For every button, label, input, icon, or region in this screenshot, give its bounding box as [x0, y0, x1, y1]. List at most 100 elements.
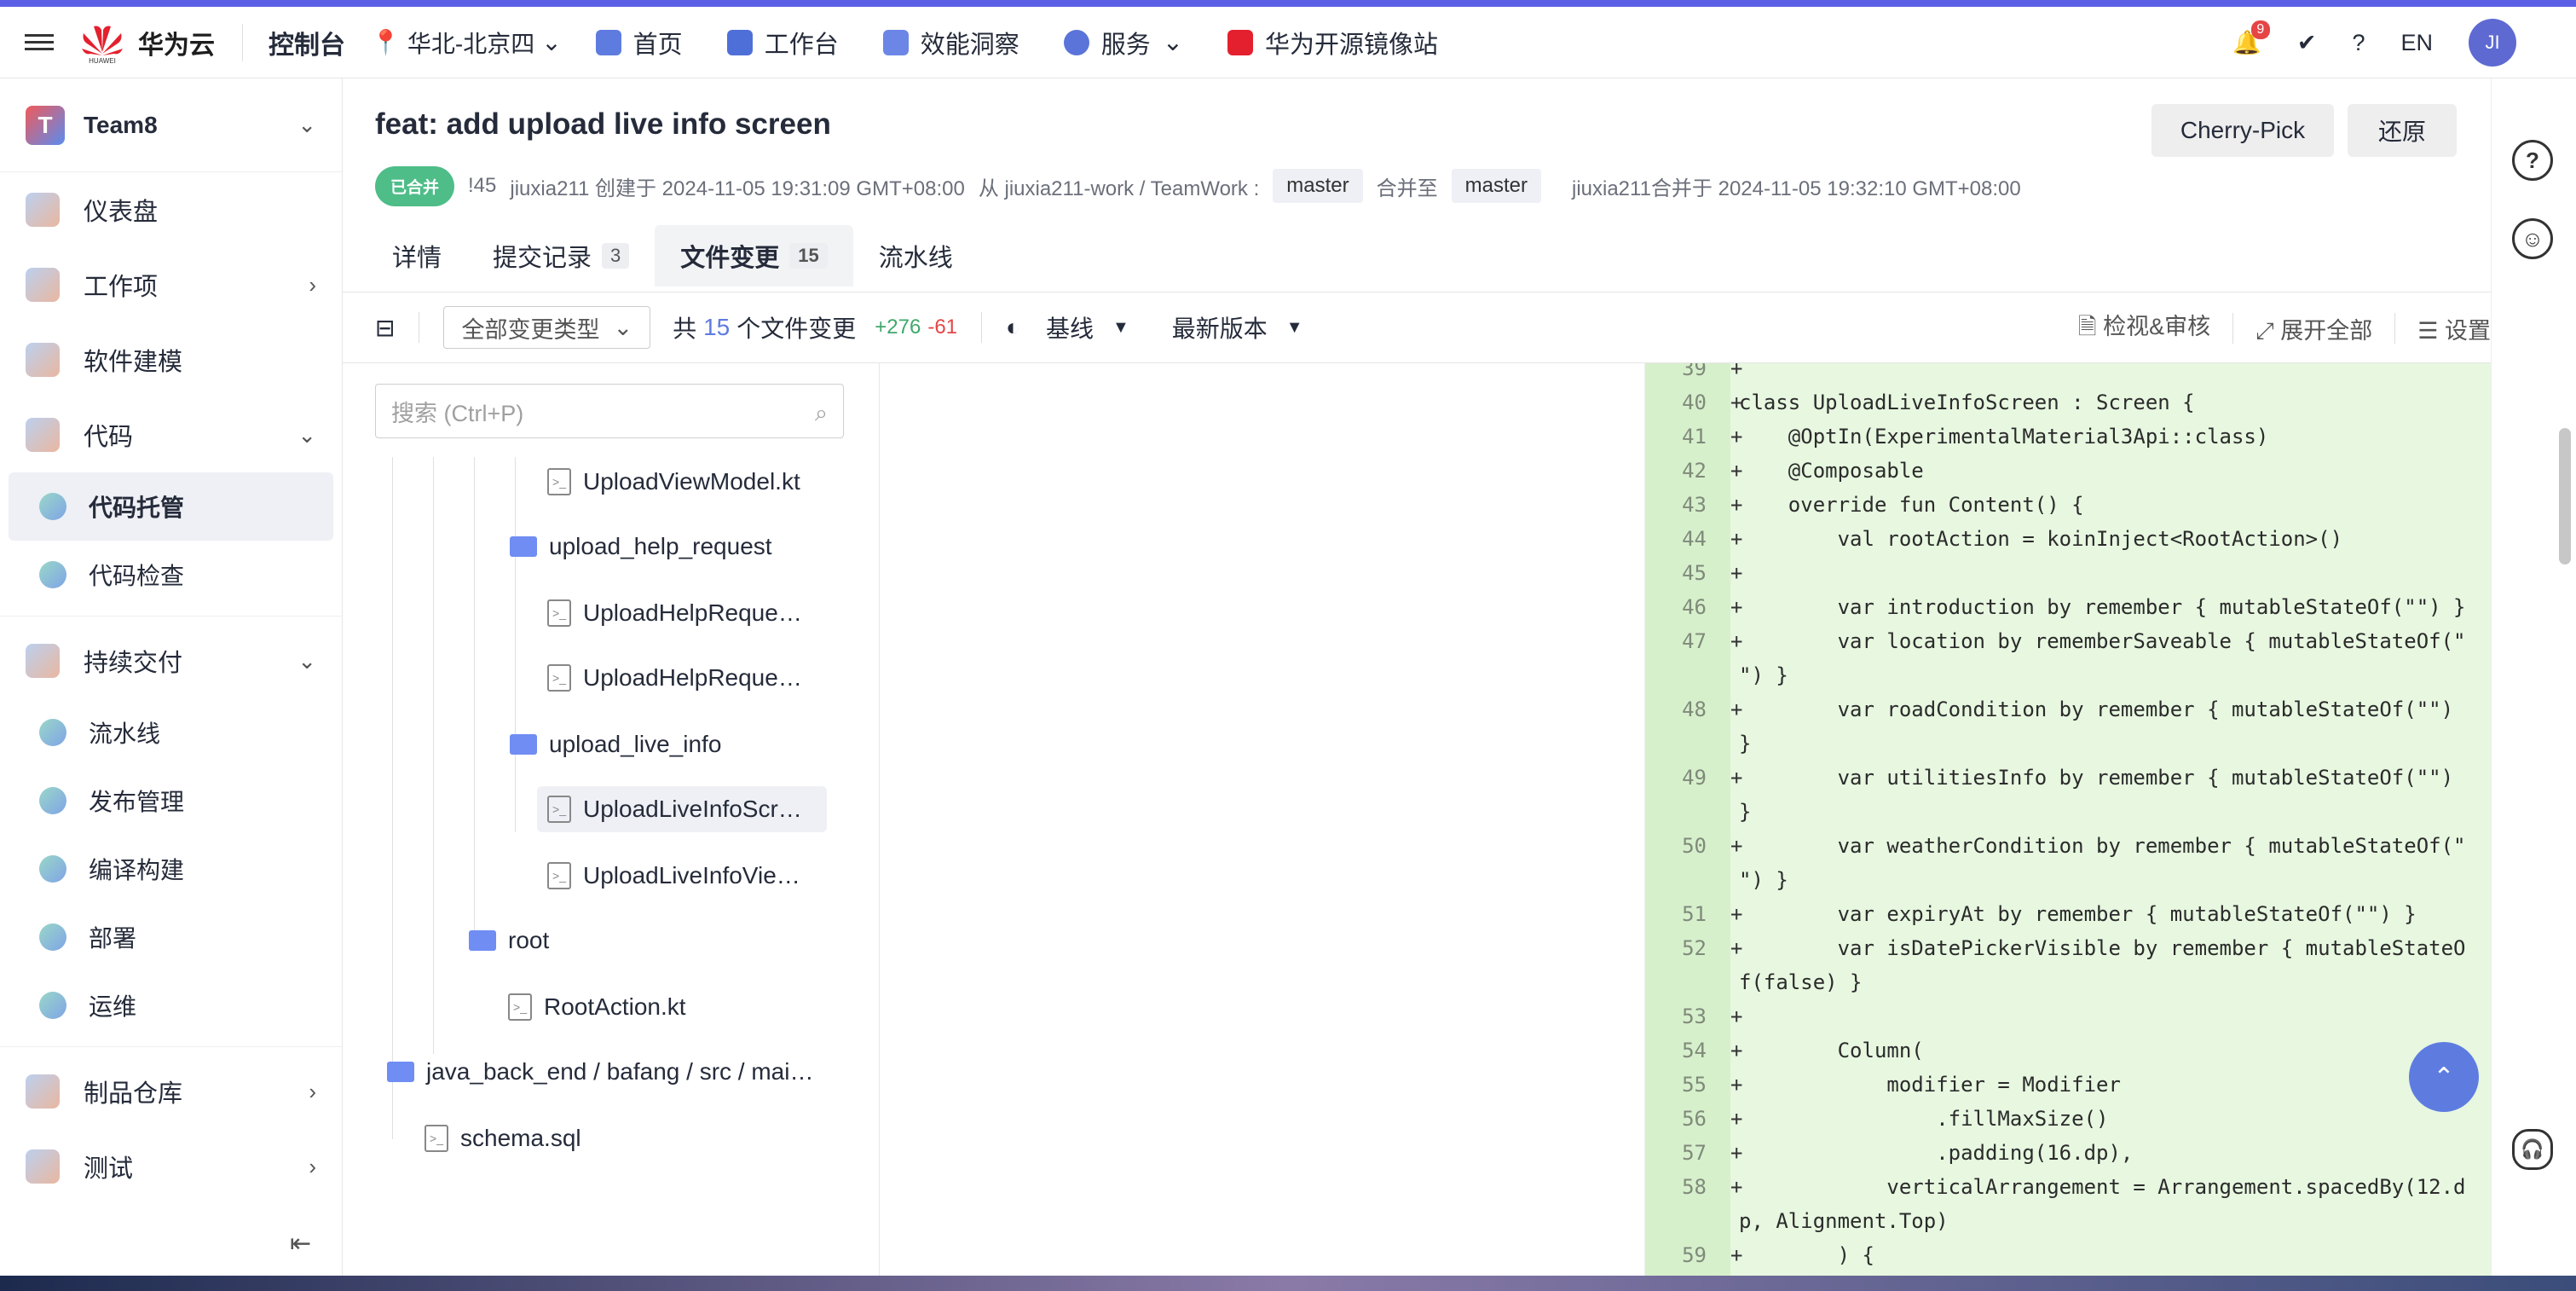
added-marker [1722, 658, 1739, 692]
sidebar-item-workitems[interactable]: 工作项 › [0, 247, 342, 322]
toggle-tree-icon[interactable]: ⊟ [375, 314, 395, 342]
baseline-select[interactable]: 基线 [1046, 310, 1094, 344]
region-label: 华北-北京四 [407, 30, 535, 57]
line-number[interactable]: 52 [1645, 931, 1722, 965]
tab-commits[interactable]: 提交记录 3 [467, 225, 655, 287]
nav-mirror[interactable]: 华为开源镜像站 [1227, 25, 1438, 61]
sidebar-item-delivery[interactable]: 持续交付 ⌄ [0, 623, 342, 698]
target-branch[interactable]: master [1451, 169, 1541, 203]
region-selector[interactable]: 📍 华北-北京四 ⌄ [371, 26, 596, 60]
diff-toolbar: ⊟ 全部变更类型 ⌄ 共 15 个文件变更 +276 -61 ◐ 基线 ▼ 最新版… [343, 292, 2491, 363]
tab-details[interactable]: 详情 [367, 225, 467, 287]
task-check-icon[interactable]: ✔ [2297, 30, 2317, 56]
tab-pipeline[interactable]: 流水线 [853, 225, 979, 287]
console-link[interactable]: 控制台 [243, 24, 371, 61]
line-number[interactable]: 44 [1645, 522, 1722, 556]
caret-down-icon: ▼ [1112, 317, 1129, 337]
tree-folder[interactable]: upload_help_request [510, 524, 772, 570]
tree-folder[interactable]: java_back_end / bafang / src / mai… [387, 1049, 813, 1095]
menu-icon[interactable] [0, 7, 78, 78]
line-number[interactable] [1645, 1204, 1722, 1238]
line-number[interactable]: 41 [1645, 420, 1722, 454]
team-selector[interactable]: T Team8 ⌄ [0, 78, 342, 172]
sidebar-item-deploy[interactable]: 部署 [0, 903, 342, 971]
tree-file[interactable]: >_ RootAction.kt [508, 984, 686, 1030]
tree-folder[interactable]: root [469, 918, 549, 964]
scrollbar[interactable] [2559, 428, 2571, 564]
added-marker: + [1730, 902, 1743, 926]
chevron-down-icon: ⌄ [297, 112, 316, 137]
collapse-sidebar-icon[interactable]: ⇤ [290, 1229, 311, 1259]
sidebar-item-pipeline[interactable]: 流水线 [0, 698, 342, 767]
file-search-input[interactable]: 搜索 (Ctrl+P) ⌕ [375, 384, 844, 438]
line-number[interactable]: 54 [1645, 1033, 1722, 1068]
revert-button[interactable]: 还原 [2348, 104, 2457, 157]
line-number[interactable]: 49 [1645, 761, 1722, 795]
sidebar-item-ops[interactable]: 运维 [0, 971, 342, 1039]
line-number[interactable] [1645, 863, 1722, 897]
tab-file-changes[interactable]: 文件变更 15 [655, 225, 853, 287]
line-number[interactable] [1645, 965, 1722, 999]
tree-file[interactable]: >_ UploadHelpReque… [547, 655, 802, 701]
line-number[interactable]: 46 [1645, 590, 1722, 624]
support-headset-icon[interactable]: 🎧 [2512, 1129, 2553, 1170]
tree-file-selected[interactable]: >_ UploadLiveInfoScr… [537, 786, 827, 832]
line-number[interactable]: 53 [1645, 999, 1722, 1033]
sidebar-item-code-check[interactable]: 代码检查 [0, 541, 342, 609]
cherry-pick-button[interactable]: Cherry-Pick [2151, 104, 2334, 157]
line-number[interactable]: 59 [1645, 1238, 1722, 1272]
tree-file[interactable]: >_ UploadViewModel.kt [547, 459, 800, 505]
change-type-select[interactable]: 全部变更类型 ⌄ [443, 306, 651, 349]
notification-badge: 9 [2250, 20, 2270, 39]
line-number[interactable] [1645, 795, 1722, 829]
feedback-smile-icon[interactable]: ☺ [2512, 218, 2553, 259]
nav-workbench[interactable]: 工作台 [726, 25, 839, 61]
sidebar-item-artifacts[interactable]: 制品仓库 › [0, 1054, 342, 1129]
nav-home[interactable]: 首页 [595, 25, 683, 61]
settings-button[interactable]: ☰ 设置 [2417, 312, 2491, 345]
sidebar-item-code[interactable]: 代码 ⌄ [0, 397, 342, 472]
notification-bell-icon[interactable]: 🔔 9 [2232, 20, 2270, 56]
chevron-down-icon: ⌄ [297, 421, 316, 448]
help-icon[interactable]: ? [2512, 140, 2553, 181]
kotlin-file-icon: >_ [508, 993, 532, 1021]
nav-services[interactable]: 服务 ⌄ [1063, 25, 1183, 61]
sidebar-item-testing[interactable]: 测试 › [0, 1129, 342, 1204]
avatar[interactable]: JI [2469, 19, 2516, 67]
tree-file[interactable]: >_ UploadLiveInfoVie… [547, 853, 800, 899]
topbar-right: 🔔 9 ✔ ? EN JI [2232, 7, 2516, 78]
nav-insight[interactable]: 效能洞察 [882, 25, 1019, 61]
tree-folder[interactable]: upload_live_info [510, 721, 721, 767]
line-number[interactable]: 50 [1645, 829, 1722, 863]
review-button[interactable]: 🗎 检视&审核 [2078, 308, 2210, 350]
line-number[interactable]: 45 [1645, 556, 1722, 590]
line-number[interactable]: 40 [1645, 385, 1722, 420]
sidebar-item-release[interactable]: 发布管理 [0, 767, 342, 835]
line-number[interactable]: 48 [1645, 692, 1722, 727]
line-number[interactable] [1645, 727, 1722, 761]
line-number[interactable]: 55 [1645, 1068, 1722, 1102]
sidebar-item-dashboard[interactable]: 仪表盘 [0, 172, 342, 247]
line-number[interactable]: 43 [1645, 488, 1722, 522]
tree-file[interactable]: >_ schema.sql [425, 1115, 581, 1161]
sidebar-item-build[interactable]: 编译构建 [0, 835, 342, 903]
source-branch[interactable]: master [1273, 169, 1363, 203]
line-number[interactable]: 51 [1645, 897, 1722, 931]
huawei-cloud-logo[interactable]: HUAWEI 华为云 [78, 23, 243, 64]
language-toggle[interactable]: EN [2400, 30, 2433, 56]
line-number[interactable] [1645, 658, 1722, 692]
line-number[interactable]: 58 [1645, 1170, 1722, 1204]
scroll-to-top-button[interactable]: ⌃ [2409, 1042, 2479, 1112]
version-select[interactable]: 最新版本 [1172, 310, 1268, 344]
help-icon[interactable]: ? [2352, 30, 2365, 56]
tree-item-label: upload_live_info [549, 731, 722, 757]
line-number[interactable]: 39 [1645, 363, 1722, 385]
sidebar-item-modeling[interactable]: 软件建模 [0, 322, 342, 397]
sidebar-item-code-hosting[interactable]: 代码托管 [9, 472, 333, 541]
line-number[interactable]: 57 [1645, 1136, 1722, 1170]
expand-all-button[interactable]: ⤢ 展开全部 [2255, 312, 2372, 345]
tree-file[interactable]: >_ UploadHelpReque… [547, 590, 802, 636]
line-number[interactable]: 56 [1645, 1102, 1722, 1136]
line-number[interactable]: 47 [1645, 624, 1722, 658]
line-number[interactable]: 42 [1645, 454, 1722, 488]
